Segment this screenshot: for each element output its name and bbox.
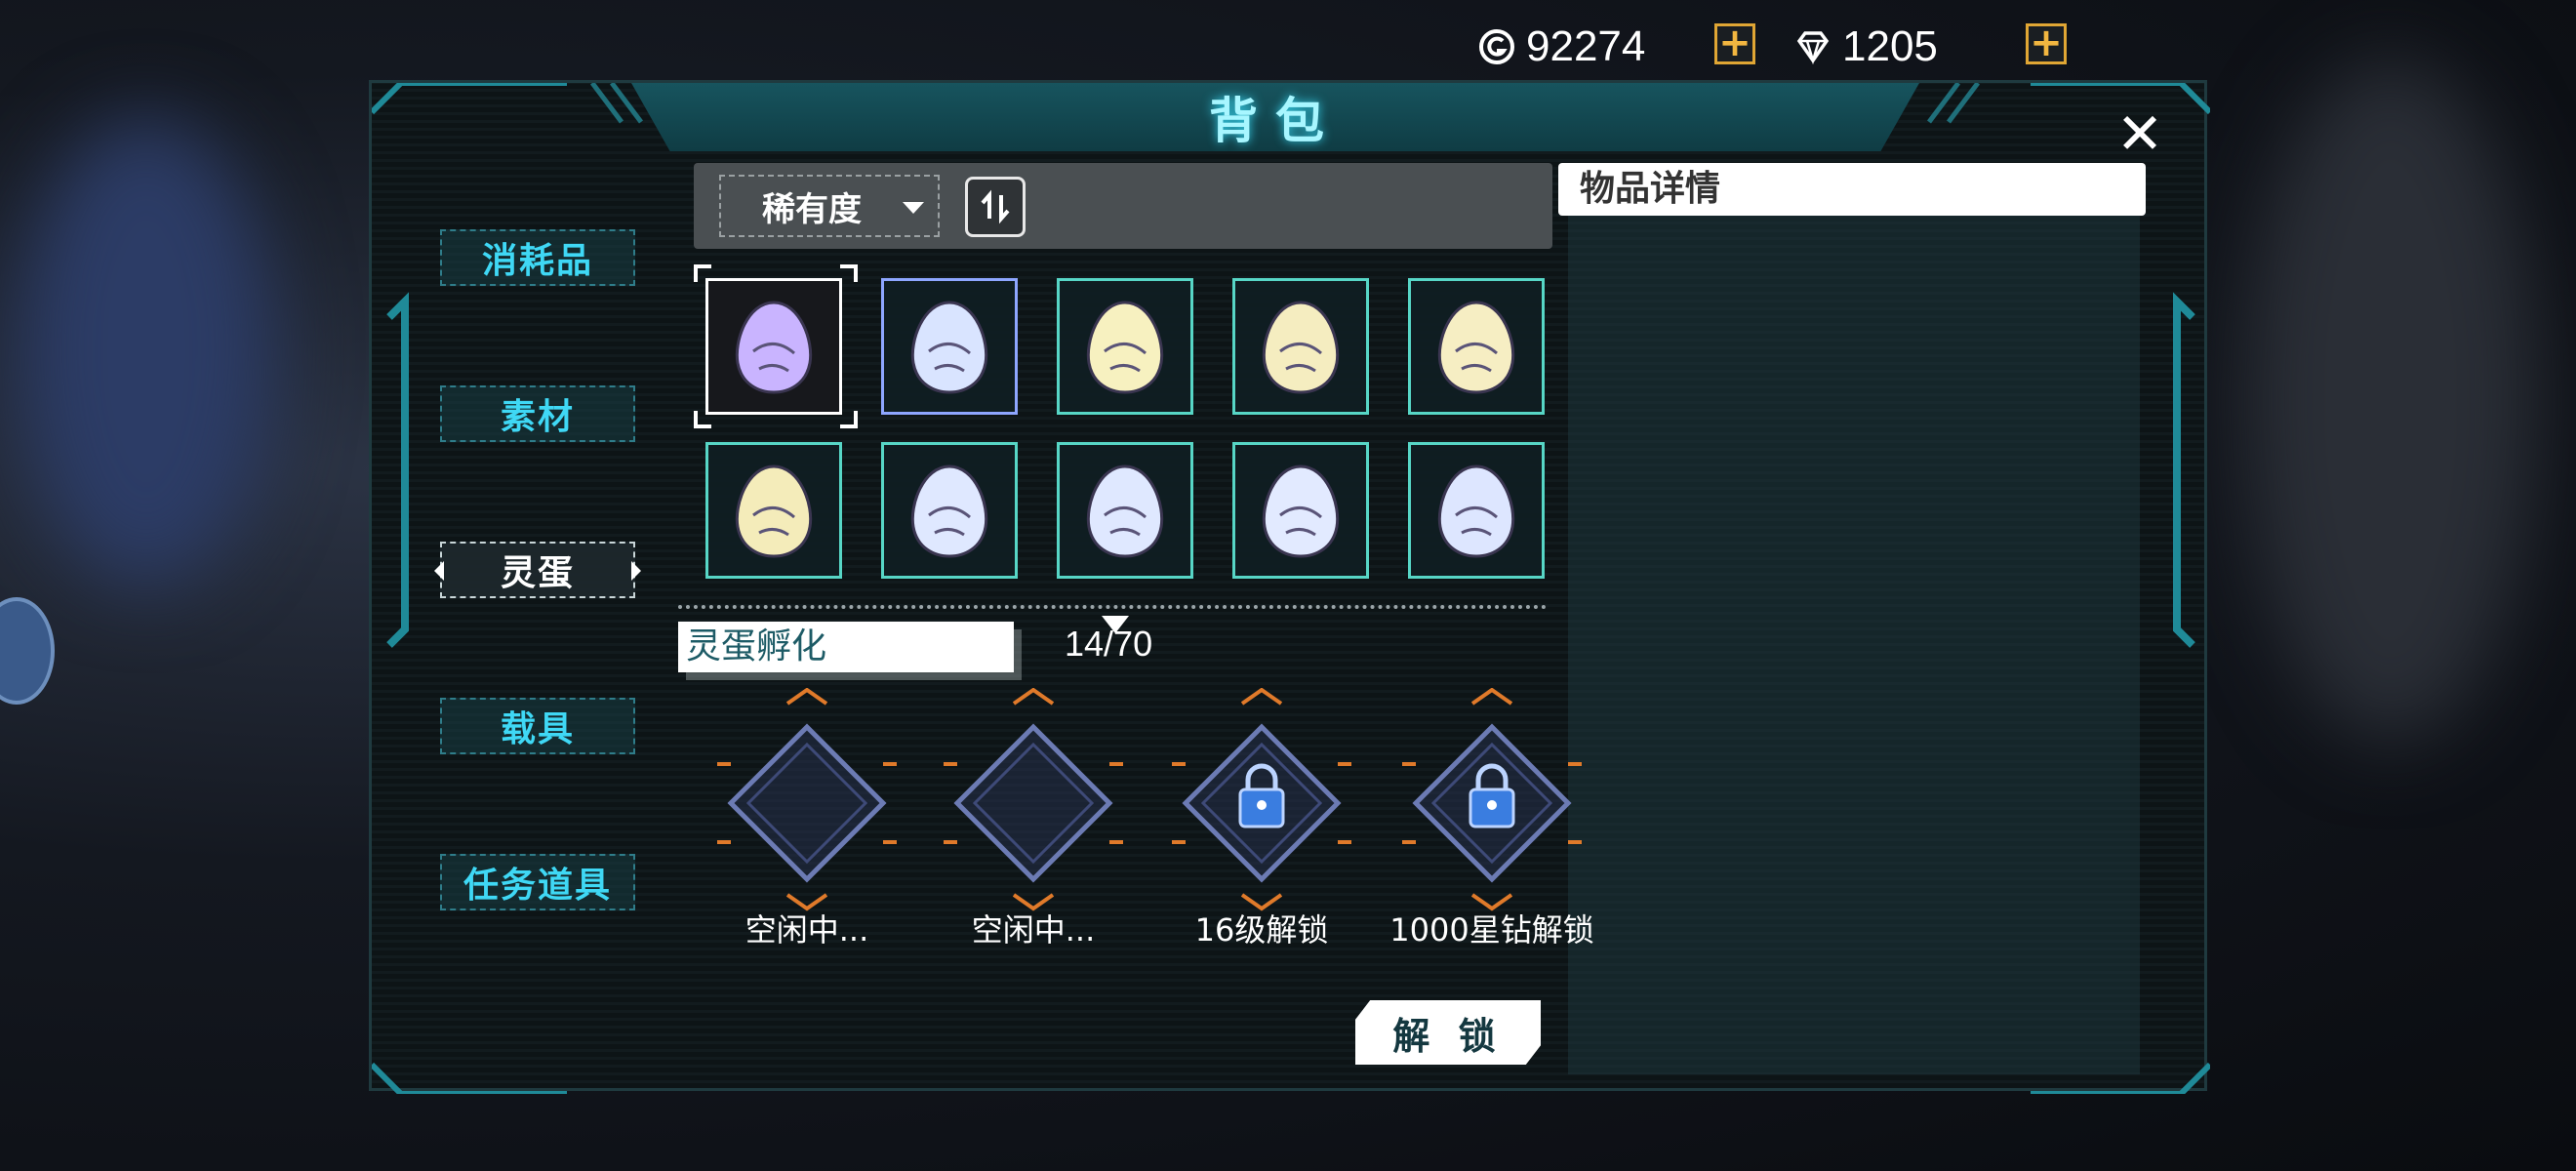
inventory-slot[interactable] <box>881 278 1018 415</box>
selected-right-arrow-icon <box>631 561 641 581</box>
blue-spider-egg-icon <box>910 464 988 558</box>
category-vehicles[interactable]: 载具 <box>440 698 635 754</box>
blue-striped-egg-icon <box>910 301 988 394</box>
incubator-status-label: 空闲中... <box>745 911 869 949</box>
inventory-slot[interactable] <box>881 442 1018 579</box>
lock-icon <box>1402 687 1582 911</box>
diamond-icon <box>1793 27 1832 66</box>
filter-bar: 稀有度 <box>694 163 1552 249</box>
title-bar: 背包 <box>631 83 1919 151</box>
background-blur <box>20 117 273 586</box>
blue-spider-egg-icon <box>1086 464 1164 558</box>
incubator-frame-icon <box>717 687 897 911</box>
category-materials[interactable]: 素材 <box>440 385 635 442</box>
side-floating-bubble[interactable] <box>0 597 55 705</box>
sort-selected-label: 稀有度 <box>762 189 862 229</box>
incubator-slot[interactable]: 空闲中... <box>711 687 903 961</box>
inventory-slot[interactable] <box>1408 278 1545 415</box>
inventory-slot[interactable] <box>1232 442 1369 579</box>
hatch-section-title: 灵蛋孵化 <box>678 622 1014 672</box>
category-quest-items[interactable]: 任务道具 <box>440 854 635 910</box>
item-details-title: 物品详情 <box>1558 163 2146 216</box>
incubator-status-label: 1000星钻解锁 <box>1389 911 1594 949</box>
incubator-status-label: 16级解锁 <box>1194 911 1329 949</box>
inventory-slot[interactable] <box>1057 442 1193 579</box>
category-label: 灵蛋 <box>500 553 575 593</box>
coin-value: 92274 <box>1526 22 1646 70</box>
sort-order-icon <box>981 189 1010 224</box>
diamond-counter: 1205 <box>1793 18 1938 76</box>
yellow-crown-egg-icon <box>1437 301 1515 394</box>
add-coins-button[interactable]: + <box>1714 23 1755 64</box>
sort-dropdown[interactable]: 稀有度 <box>719 175 940 237</box>
category-label: 素材 <box>500 397 575 437</box>
inventory-slot[interactable] <box>1057 278 1193 415</box>
grid-scrollbar[interactable] <box>678 605 1547 609</box>
inventory-slot[interactable] <box>1408 442 1545 579</box>
inventory-slot[interactable] <box>1232 278 1369 415</box>
close-button[interactable]: ✕ <box>2113 105 2167 162</box>
incubator-status-label: 空闲中... <box>971 911 1096 949</box>
selected-left-arrow-icon <box>434 561 444 581</box>
unlock-button[interactable]: 解 锁 <box>1355 1000 1541 1065</box>
inventory-slot[interactable] <box>705 442 842 579</box>
add-diamonds-button[interactable]: + <box>2026 23 2067 64</box>
incubator-slot[interactable]: 空闲中... <box>938 687 1129 961</box>
yellow-horned-egg-icon <box>735 464 813 558</box>
yellow-chick-egg-icon <box>1086 301 1164 394</box>
coin-g-icon <box>1477 27 1516 66</box>
diamond-value: 1205 <box>1842 22 1938 70</box>
background-blur <box>2244 59 2537 742</box>
egg-count: 14/70 <box>1065 624 1153 664</box>
item-details-area <box>1568 216 2140 1074</box>
incubator-slot[interactable]: 16级解锁 <box>1166 687 1357 961</box>
category-label: 消耗品 <box>481 241 593 281</box>
lock-icon <box>1172 687 1351 911</box>
blue-swirl-egg-icon <box>1262 464 1340 558</box>
category-label: 任务道具 <box>463 866 612 906</box>
yellow-cat-egg-icon <box>1262 301 1340 394</box>
backpack-panel: 背包 ✕ 消耗品 素材 灵蛋 载具 任务道具 稀有度 物品详情 灵蛋孵化 14/… <box>369 80 2210 1094</box>
inventory-slot[interactable] <box>705 278 842 415</box>
category-spirit-eggs[interactable]: 灵蛋 <box>434 542 641 598</box>
incubator-slot[interactable]: 1000星钻解锁 <box>1389 687 1594 961</box>
blue-fluffy-egg-icon <box>1437 464 1515 558</box>
coin-counter: 92274 <box>1477 18 1645 76</box>
category-label: 载具 <box>500 709 575 749</box>
chevron-down-icon <box>903 202 924 214</box>
category-consumables[interactable]: 消耗品 <box>440 229 635 286</box>
page-title: 背包 <box>1209 93 1342 149</box>
incubator-frame-icon <box>944 687 1123 911</box>
purple-spiky-egg-icon <box>735 301 813 394</box>
sort-order-button[interactable] <box>965 177 1026 237</box>
